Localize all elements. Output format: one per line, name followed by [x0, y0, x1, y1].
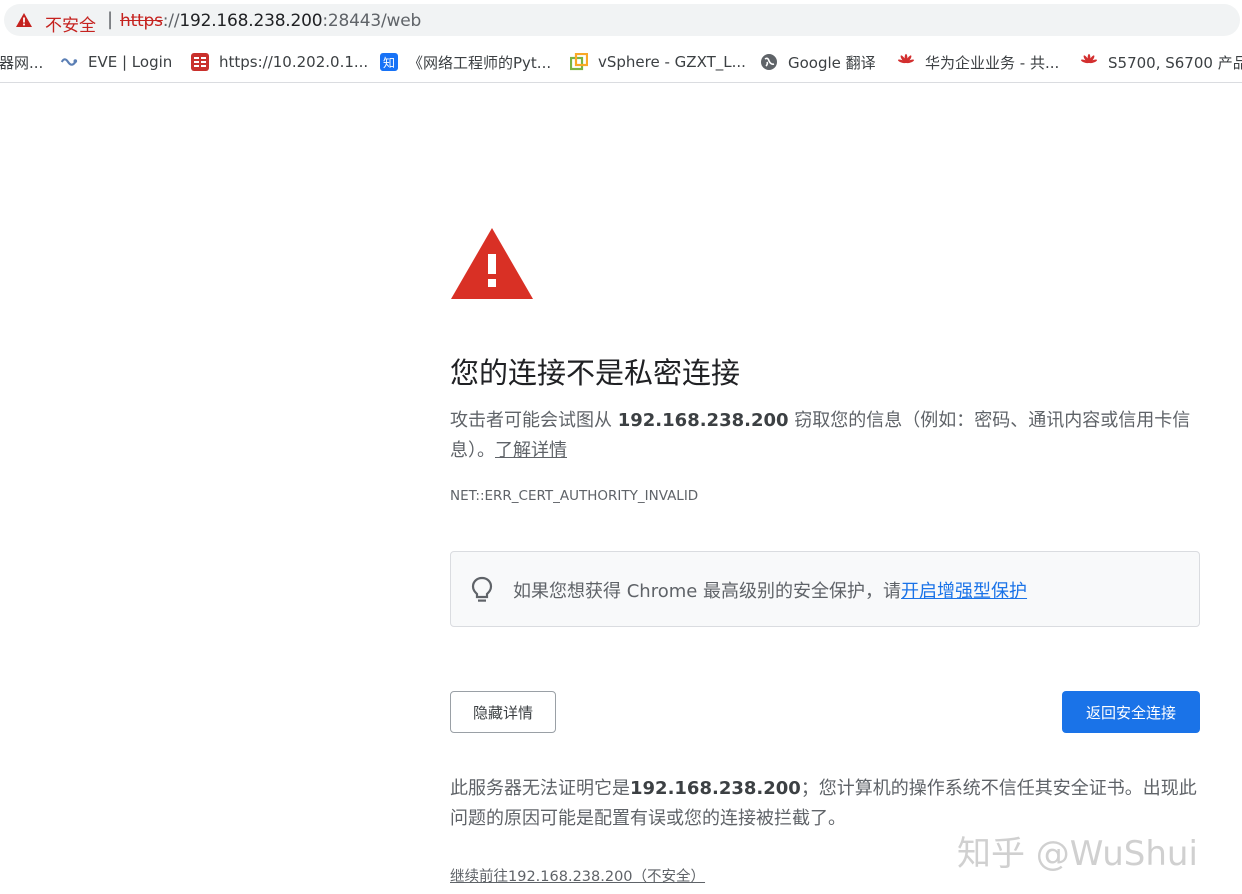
bookmark-label: EVE | Login [88, 53, 173, 71]
explanation-host: 192.168.238.200 [617, 410, 789, 431]
url-scheme-separator: :// [162, 11, 180, 31]
omnibox[interactable]: 不安全 | https://192.168.238.200:28443/web [4, 4, 1240, 36]
security-separator: | [107, 9, 114, 30]
bookmark-label: 华为企业业务 - 共... [925, 53, 1060, 72]
proceed-unsafe-link[interactable]: 继续前往192.168.238.200（不安全） [450, 865, 705, 886]
lightbulb-icon [471, 576, 493, 602]
explanation-text: 攻击者可能会试图从 192.168.238.200 窃取您的信息（例如：密码、通… [450, 406, 1195, 466]
explanation-prefix: 攻击者可能会试图从 [450, 410, 618, 431]
bookmark-item[interactable]: 器网... [0, 42, 43, 82]
bookmark-label: 器网... [0, 53, 44, 72]
huawei-icon [1080, 53, 1098, 71]
details-prefix: 此服务器无法证明它是 [450, 778, 630, 799]
not-secure-label[interactable]: 不安全 [45, 11, 96, 36]
enhanced-protection-prefix: 如果您想获得 Chrome 最高级别的安全保护，请 [513, 581, 902, 602]
watermark: 知乎 @WuShui [957, 834, 1198, 874]
fortinet-icon [191, 53, 209, 71]
bookmark-label: 《网络工程师的Pyt... [408, 53, 552, 72]
bookmark-label: Google 翻译 [788, 53, 876, 72]
eve-icon [60, 53, 78, 71]
bookmark-item-huawei[interactable]: 华为企业业务 - 共... [897, 42, 1059, 82]
zhihu-icon: 知 [380, 53, 398, 71]
bookmark-item-google-translate[interactable]: Google 翻译 [760, 42, 876, 82]
url-text[interactable]: https://192.168.238.200:28443/web [120, 11, 421, 31]
bookmark-item-eve[interactable]: EVE | Login [60, 42, 172, 82]
bookmark-label: https://10.202.0.1... [219, 53, 369, 71]
vsphere-icon [570, 53, 588, 71]
url-path: :28443/web [322, 11, 422, 31]
details-text: 此服务器无法证明它是192.168.238.200；您计算机的操作系统不信任其安… [450, 774, 1200, 834]
not-secure-warning-icon[interactable] [15, 12, 33, 28]
enhanced-protection-box: 如果您想获得 Chrome 最高级别的安全保护，请开启增强型保护 [450, 551, 1200, 627]
back-to-safety-button[interactable]: 返回安全连接 [1062, 691, 1200, 733]
globe-icon [760, 53, 778, 71]
danger-warning-icon [451, 228, 533, 299]
page-title: 您的连接不是私密连接 [450, 356, 741, 390]
huawei-icon [897, 53, 915, 71]
enable-enhanced-protection-link[interactable]: 开启增强型保护 [901, 581, 1027, 602]
hide-details-button[interactable]: 隐藏详情 [450, 691, 556, 733]
bookmark-label: S5700, S6700 产品 [1108, 53, 1242, 72]
bookmark-label: vSphere - GZXT_L... [598, 53, 746, 71]
url-host: 192.168.238.200 [179, 11, 323, 31]
bookmarks-bar: 器网... EVE | Login https://10.202.0.1... … [0, 42, 1242, 83]
details-host: 192.168.238.200 [630, 778, 801, 799]
url-scheme: https [120, 11, 163, 31]
bookmark-item-fortinet[interactable]: https://10.202.0.1... [191, 42, 368, 82]
address-bar: 不安全 | https://192.168.238.200:28443/web [0, 0, 1242, 42]
enhanced-protection-text: 如果您想获得 Chrome 最高级别的安全保护，请开启增强型保护 [513, 577, 1027, 603]
learn-more-link[interactable]: 了解详情 [495, 440, 567, 461]
bookmark-item-vsphere[interactable]: vSphere - GZXT_L... [570, 42, 746, 82]
bookmark-item-huawei-s5700[interactable]: S5700, S6700 产品 [1080, 42, 1242, 82]
error-code[interactable]: NET::ERR_CERT_AUTHORITY_INVALID [450, 488, 698, 504]
bookmark-item-zhihu[interactable]: 知 《网络工程师的Pyt... [380, 42, 551, 82]
